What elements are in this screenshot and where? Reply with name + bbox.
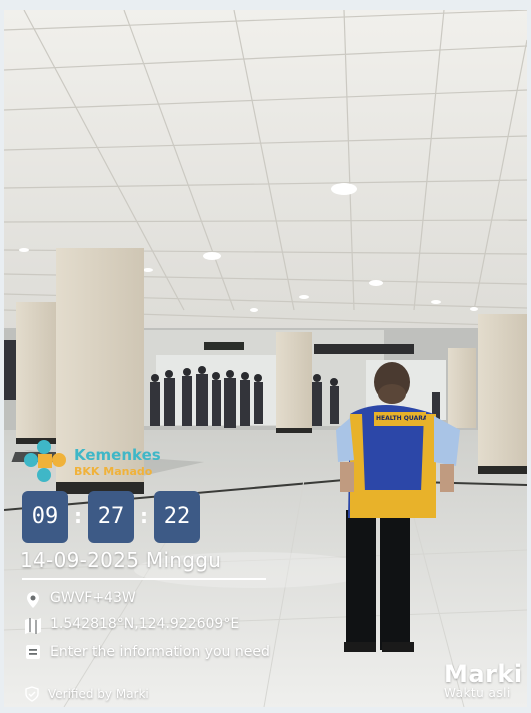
verified-text: Verified by Marki — [48, 687, 149, 701]
time-hours: 09 — [22, 491, 68, 543]
time-minutes: 27 — [88, 491, 134, 543]
time-separator: : — [140, 504, 148, 528]
marki-brand: Marki Waktu asli — [444, 660, 523, 700]
time-seconds: 22 — [154, 491, 200, 543]
map-icon — [25, 618, 41, 634]
kemenkes-logo-icon — [24, 440, 66, 482]
brand-name: Marki — [444, 660, 523, 688]
brand-tagline: Waktu asli — [444, 686, 511, 700]
logo-name: Kemenkes — [74, 446, 161, 464]
time-separator: : — [74, 504, 82, 528]
vest-label: HEALTH QUARANTINE — [376, 415, 426, 422]
coordinates: 1.542818°N,124.922609°E — [50, 616, 240, 632]
note-icon — [26, 645, 40, 659]
shield-check-icon — [25, 686, 39, 702]
logo-subtitle: BKK Manado — [74, 465, 153, 478]
note-text: Enter the information you need — [50, 644, 270, 660]
date-line: 14-09-2025 Minggu — [20, 548, 222, 572]
plus-code: GWVF+43W — [50, 590, 136, 606]
location-pin-icon — [27, 592, 39, 608]
stamp-divider — [22, 578, 266, 580]
photo-frame: HEALTH QUARANTINE Kemenkes BKK Manado 09… — [0, 0, 531, 713]
